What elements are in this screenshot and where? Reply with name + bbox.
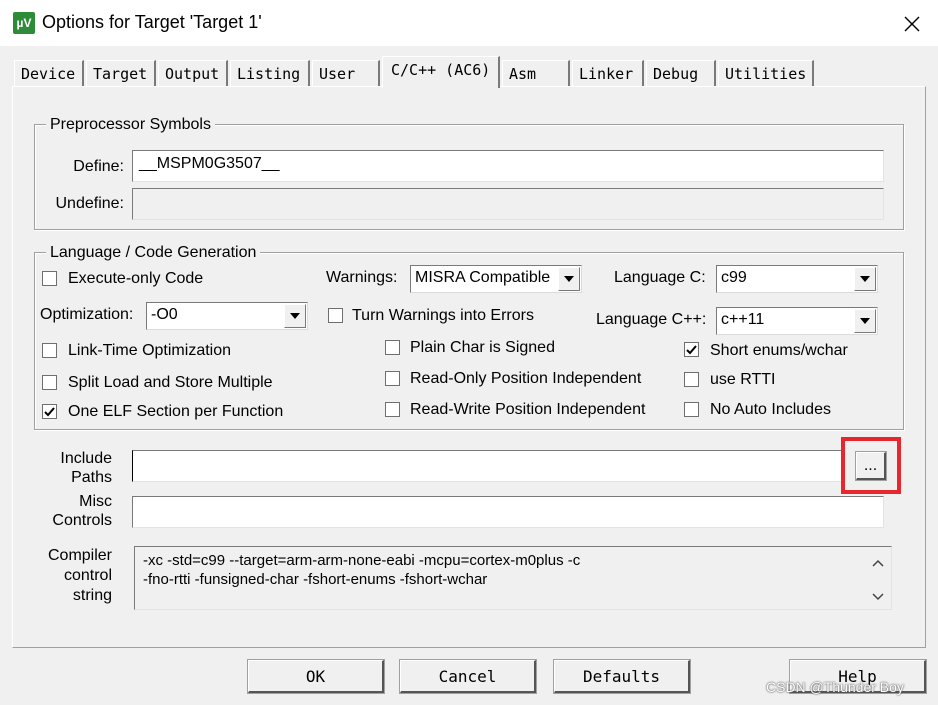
tab-device[interactable]: Device [14,60,84,86]
title-bar[interactable]: µV Options for Target 'Target 1' [0,0,938,46]
compiler-string-line2: -fno-rtti -funsigned-char -fshort-enums … [143,571,488,588]
split-load-checkbox[interactable] [42,375,57,390]
chevron-down-icon[interactable] [854,267,876,291]
compiler-string-label-line2: control [63,567,112,584]
ropi-label: Read-Only Position Independent [410,370,642,387]
include-paths-label-line2: Paths [71,469,112,486]
tab-output[interactable]: Output [158,60,228,86]
rwpi-checkbox[interactable] [385,402,400,417]
plain-char-label: Plain Char is Signed [410,339,555,356]
keil-app-icon: µV [13,12,35,34]
split-load-label: Split Load and Store Multiple [68,374,273,391]
misc-controls-field[interactable] [132,496,884,528]
window-title: Options for Target 'Target 1' [42,12,262,32]
short-enums-label: Short enums/wchar [710,342,848,359]
turn-warnings-label: Turn Warnings into Errors [352,307,534,324]
compiler-string-field[interactable]: -xc -std=c99 --target=arm-arm-none-eabi … [134,546,892,610]
plain-char-checkbox[interactable] [385,340,400,355]
preprocessor-symbols-label: Preprocessor Symbols [46,116,215,134]
undefine-field[interactable] [132,188,884,220]
chevron-down-icon[interactable] [854,309,876,333]
include-paths-label-line1: Include [60,450,112,467]
compiler-string-line1: -xc -std=c99 --target=arm-arm-none-eabi … [143,552,581,569]
scroll-up-icon[interactable] [871,556,885,570]
warnings-value: MISRA Compatible [415,269,551,286]
check-icon [686,345,697,355]
one-elf-label: One ELF Section per Function [68,403,284,420]
define-field[interactable]: __MSPM0G3507__ [132,150,884,182]
tab-target[interactable]: Target [86,60,156,86]
optimization-value: -O0 [151,306,178,323]
language-c-label: Language C: [614,269,706,286]
execute-only-label: Execute-only Code [68,270,204,287]
close-button[interactable] [890,8,934,40]
compiler-string-label-line1: Compiler [47,547,112,564]
tab-asm[interactable]: Asm [502,60,570,86]
warnings-label: Warnings: [326,269,398,286]
tab-c-cpp-ac6[interactable]: C/C++ (AC6) [382,56,500,88]
language-c-select[interactable]: c99 [716,265,878,293]
rtti-checkbox[interactable] [684,372,699,387]
tab-user[interactable]: User [312,60,380,86]
language-cpp-value: c++11 [721,311,765,328]
no-auto-includes-label: No Auto Includes [710,401,831,418]
include-paths-field[interactable] [132,450,844,482]
compiler-string-label-line3: string [72,587,112,604]
tab-linker[interactable]: Linker [572,60,644,86]
chevron-down-icon[interactable] [558,267,580,291]
lto-checkbox[interactable] [42,343,57,358]
check-icon [44,407,55,417]
rtti-label: use RTTI [710,371,776,388]
undefine-label: Undefine: [55,195,125,212]
scroll-down-icon[interactable] [871,590,885,604]
execute-only-checkbox[interactable] [42,271,57,286]
close-icon [904,16,920,32]
chevron-down-icon[interactable] [284,304,306,328]
defaults-button[interactable]: Defaults [553,659,691,694]
turn-warnings-checkbox[interactable] [328,308,343,323]
tab-debug[interactable]: Debug [646,60,716,86]
lto-label: Link-Time Optimization [68,342,232,359]
language-cpp-select[interactable]: c++11 [716,307,878,335]
one-elf-checkbox[interactable] [42,404,57,419]
optimization-select[interactable]: -O0 [146,302,308,330]
ok-button[interactable]: OK [247,659,385,694]
misc-controls-label-line1: Misc [79,493,112,510]
short-enums-checkbox[interactable] [684,342,699,357]
watermark: CSDN @Thunder Boy [766,679,904,695]
rwpi-label: Read-Write Position Independent [410,401,646,418]
language-cpp-label: Language C++: [596,311,707,328]
warnings-select[interactable]: MISRA Compatible [410,265,582,293]
define-label: Define: [73,158,124,175]
language-c-value: c99 [721,269,747,286]
language-codegen-label: Language / Code Generation [46,244,261,262]
cancel-button[interactable]: Cancel [399,659,537,694]
misc-controls-label-line2: Controls [52,512,112,529]
ropi-checkbox[interactable] [385,371,400,386]
optimization-label: Optimization: [40,306,134,323]
no-auto-includes-checkbox[interactable] [684,402,699,417]
highlight-box [841,437,901,494]
tab-listing[interactable]: Listing [230,60,310,86]
tab-utilities[interactable]: Utilities [718,60,814,86]
